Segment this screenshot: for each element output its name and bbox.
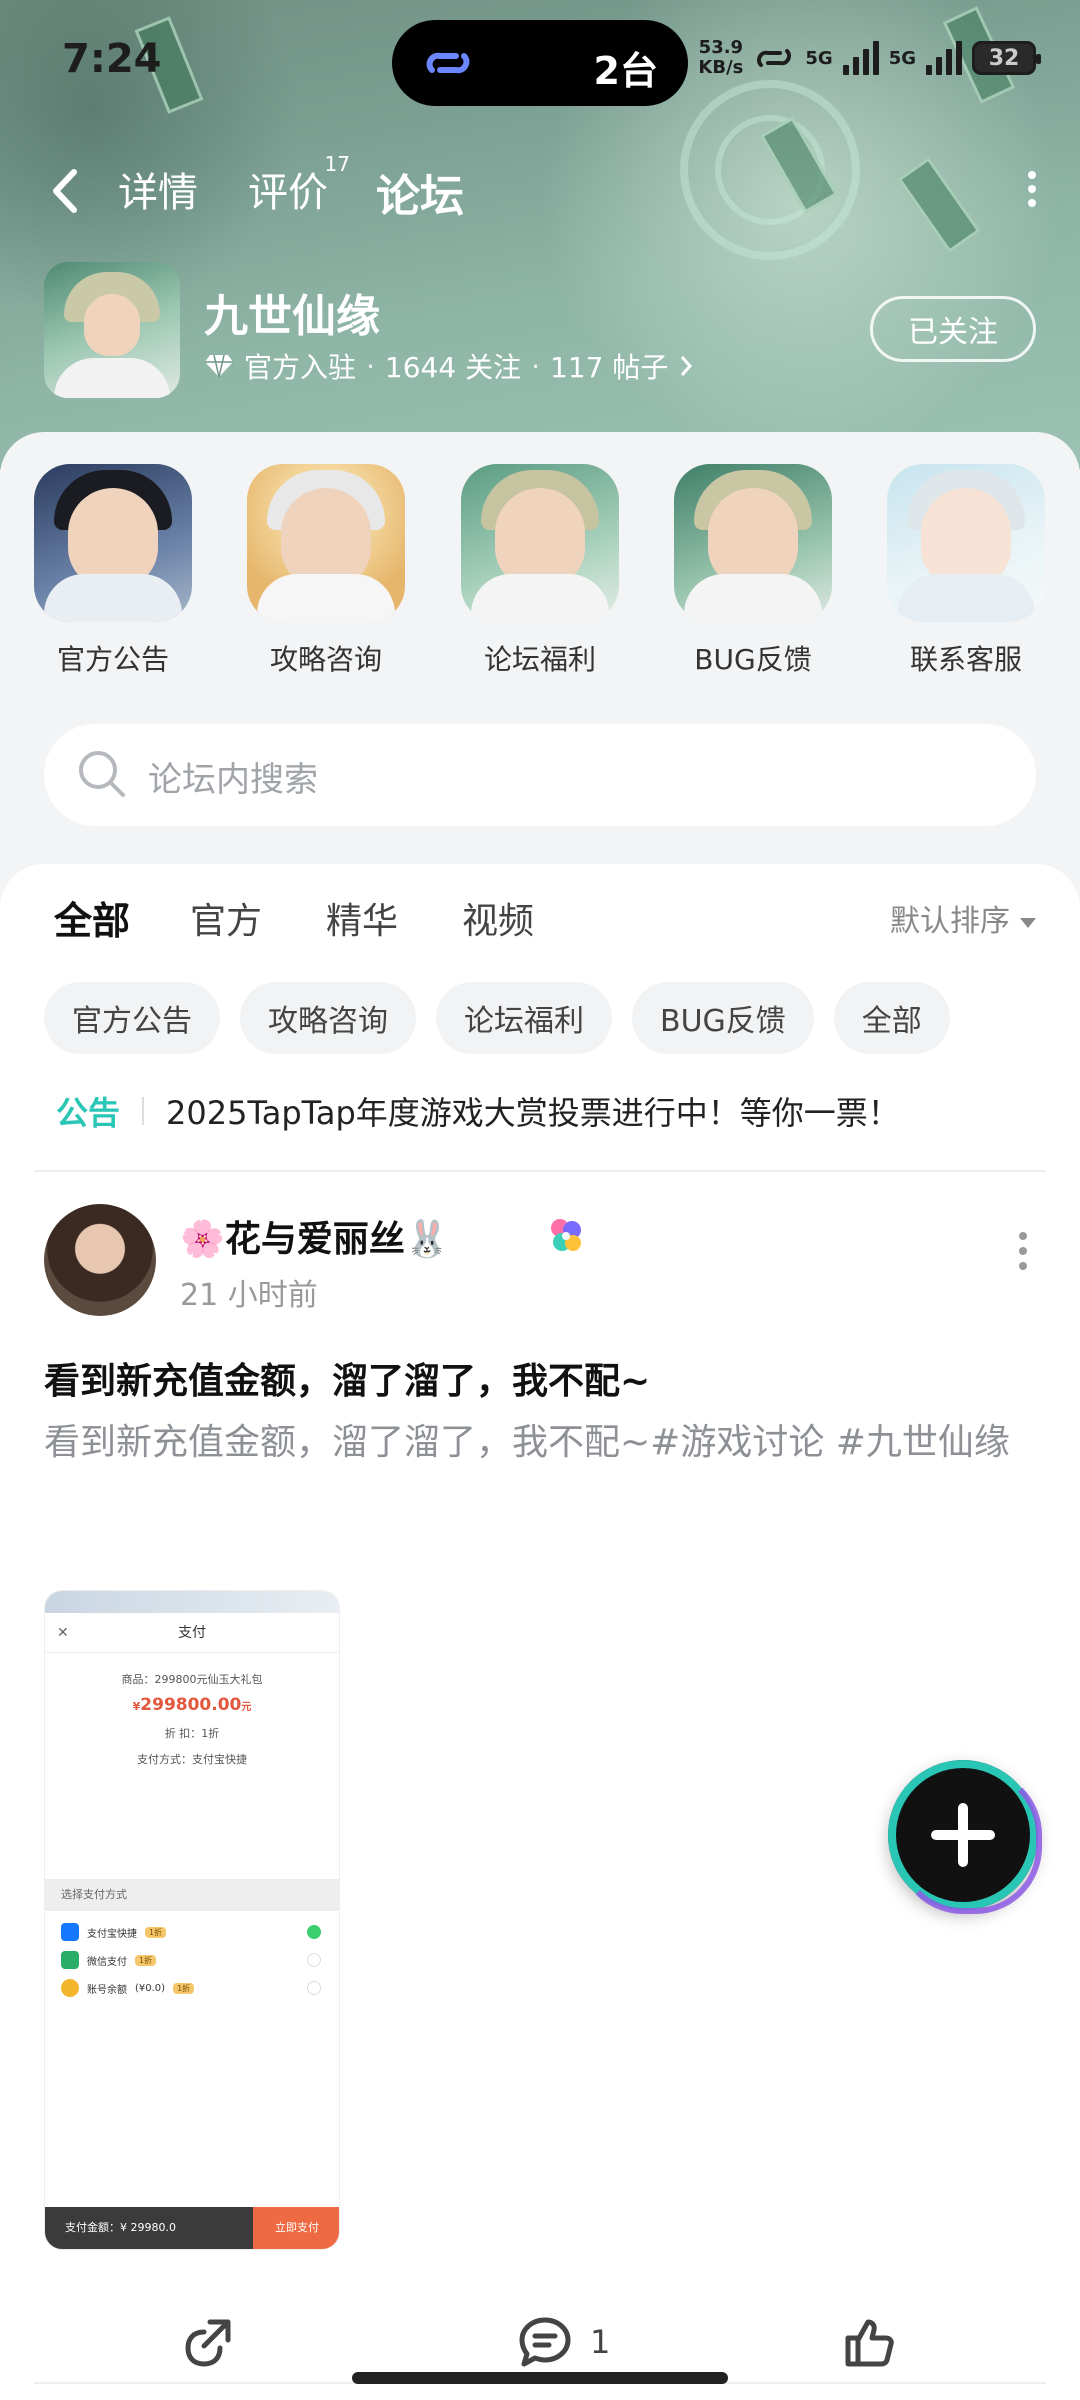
comment-button[interactable]: 1 — [516, 2314, 610, 2370]
comment-count: 1 — [590, 2323, 611, 2361]
shortcut-welfare[interactable]: 论坛福利 — [460, 464, 620, 678]
search-icon — [79, 751, 125, 797]
post-more-icon[interactable] — [1018, 1232, 1028, 1272]
posts-count: 117 帖子 — [550, 351, 669, 384]
home-indicator[interactable] — [352, 2372, 728, 2384]
island-label: 2台 — [593, 49, 658, 93]
review-count-badge: 17 — [324, 152, 350, 176]
feed-tab-all[interactable]: 全部 — [54, 890, 130, 949]
category-chips: 官方公告 攻略咨询 论坛福利 BUG反馈 全部 — [44, 982, 950, 1054]
announcement-tag: 公告 — [56, 1094, 121, 1132]
system-indicators: 53.9 KB/s 5G 5G 32 — [698, 30, 1041, 86]
close-icon: ✕ — [57, 1625, 69, 1641]
announcement-bar[interactable]: 公告 2025TapTap年度游戏大赏投票进行中！等你一票！ — [56, 1086, 1036, 1136]
game-header: 九世仙缘 官方入驻 · 1644 关注 · 117 帖子 已关注 — [44, 262, 1036, 398]
post-title[interactable]: 看到新充值金额，溜了溜了，我不配~ — [44, 1352, 650, 1404]
like-icon — [845, 2319, 894, 2367]
forum-shortcuts: 官方公告 攻略咨询 论坛福利 BUG反馈 联系客服 — [0, 464, 1080, 676]
game-title: 九世仙缘 — [204, 291, 380, 342]
post-feed: 全部 官方 精华 视频 默认排序 官方公告 攻略咨询 论坛福利 BUG反馈 全部… — [0, 864, 1080, 2400]
clock: 7:24 — [62, 36, 162, 82]
sort-dropdown[interactable]: 默认排序 — [890, 896, 1036, 940]
chip-welfare[interactable]: 论坛福利 — [436, 982, 612, 1054]
link-icon — [426, 52, 470, 74]
search-placeholder: 论坛内搜索 — [148, 760, 318, 800]
chip-all[interactable]: 全部 — [833, 982, 950, 1054]
back-icon[interactable] — [46, 166, 86, 216]
like-button[interactable] — [842, 2314, 898, 2370]
network-type-2: 5G — [888, 47, 916, 69]
chip-guide[interactable]: 攻略咨询 — [240, 982, 416, 1054]
diamond-icon — [205, 354, 233, 378]
game-meta[interactable]: 官方入驻 · 1644 关注 · 117 帖子 — [204, 346, 694, 386]
network-type-1: 5G — [805, 47, 833, 69]
chip-bug-report[interactable]: BUG反馈 — [632, 982, 814, 1054]
feed-tabs: 全部 官方 精华 视频 默认排序 — [54, 890, 1036, 950]
post-image[interactable]: ✕ 支付 商品：299800元仙玉大礼包 ¥299800.00元 折 扣：1折 支… — [44, 1590, 340, 2250]
post-time: 21 小时前 — [180, 1278, 318, 1313]
feed-tab-official[interactable]: 官方 — [190, 892, 262, 944]
forum-search-input[interactable]: 论坛内搜索 — [44, 724, 1036, 826]
feed-tab-video[interactable]: 视频 — [462, 892, 534, 944]
signal-icon — [842, 41, 879, 75]
tab-details[interactable]: 详情 — [118, 160, 198, 218]
hotspot-link-icon — [757, 49, 792, 67]
flower-badge-icon — [551, 1219, 581, 1251]
chevron-right-icon — [681, 356, 693, 376]
net-speed: 53.9 KB/s — [698, 37, 744, 78]
payment-amount: ¥299800.00元 — [132, 1695, 252, 1715]
share-button[interactable] — [180, 2314, 236, 2370]
create-post-button[interactable] — [888, 1760, 1042, 1914]
tab-reviews[interactable]: 评价 17 — [248, 152, 350, 218]
status-bar: 7:24 2台 53.9 KB/s 5G 5G 32 — [0, 0, 1080, 120]
author-name[interactable]: 🌸花与爱丽丝🐰 — [180, 1210, 450, 1262]
shortcut-official-notice[interactable]: 官方公告 — [33, 464, 193, 678]
battery-icon: 32 — [972, 41, 1041, 75]
post-body[interactable]: 看到新充值金额，溜了溜了，我不配~#游戏讨论 #九世仙缘 — [44, 1410, 1044, 1476]
forum-panel: 官方公告 攻略咨询 论坛福利 BUG反馈 联系客服 论坛内搜索 全部 官方 精华… — [0, 432, 1080, 2400]
chip-official-notice[interactable]: 官方公告 — [44, 982, 220, 1054]
signal-icon-2 — [926, 41, 962, 75]
shortcut-customer-service[interactable]: 联系客服 — [886, 464, 1046, 678]
dynamic-island[interactable]: 2台 — [392, 20, 688, 106]
announcement-text: 2025TapTap年度游戏大赏投票进行中！等你一票！ — [166, 1094, 900, 1132]
feed-tab-featured[interactable]: 精华 — [326, 892, 398, 944]
divider — [34, 1170, 1046, 1172]
game-icon[interactable] — [44, 262, 180, 398]
tab-forum[interactable]: 论坛 — [376, 160, 464, 230]
follow-button[interactable]: 已关注 — [870, 296, 1036, 362]
top-navigation: 详情 评价 17 论坛 — [0, 150, 1080, 230]
share-icon — [185, 2319, 231, 2367]
comment-icon — [519, 2317, 571, 2367]
shortcut-bug-report[interactable]: BUG反馈 — [673, 464, 833, 678]
post-actions: 1 — [0, 2294, 1080, 2384]
more-icon[interactable] — [1026, 168, 1038, 208]
author-avatar[interactable] — [44, 1204, 156, 1316]
shortcut-guide[interactable]: 攻略咨询 — [246, 464, 406, 678]
followers-count: 1644 关注 — [384, 351, 522, 384]
plus-icon — [931, 1803, 995, 1867]
